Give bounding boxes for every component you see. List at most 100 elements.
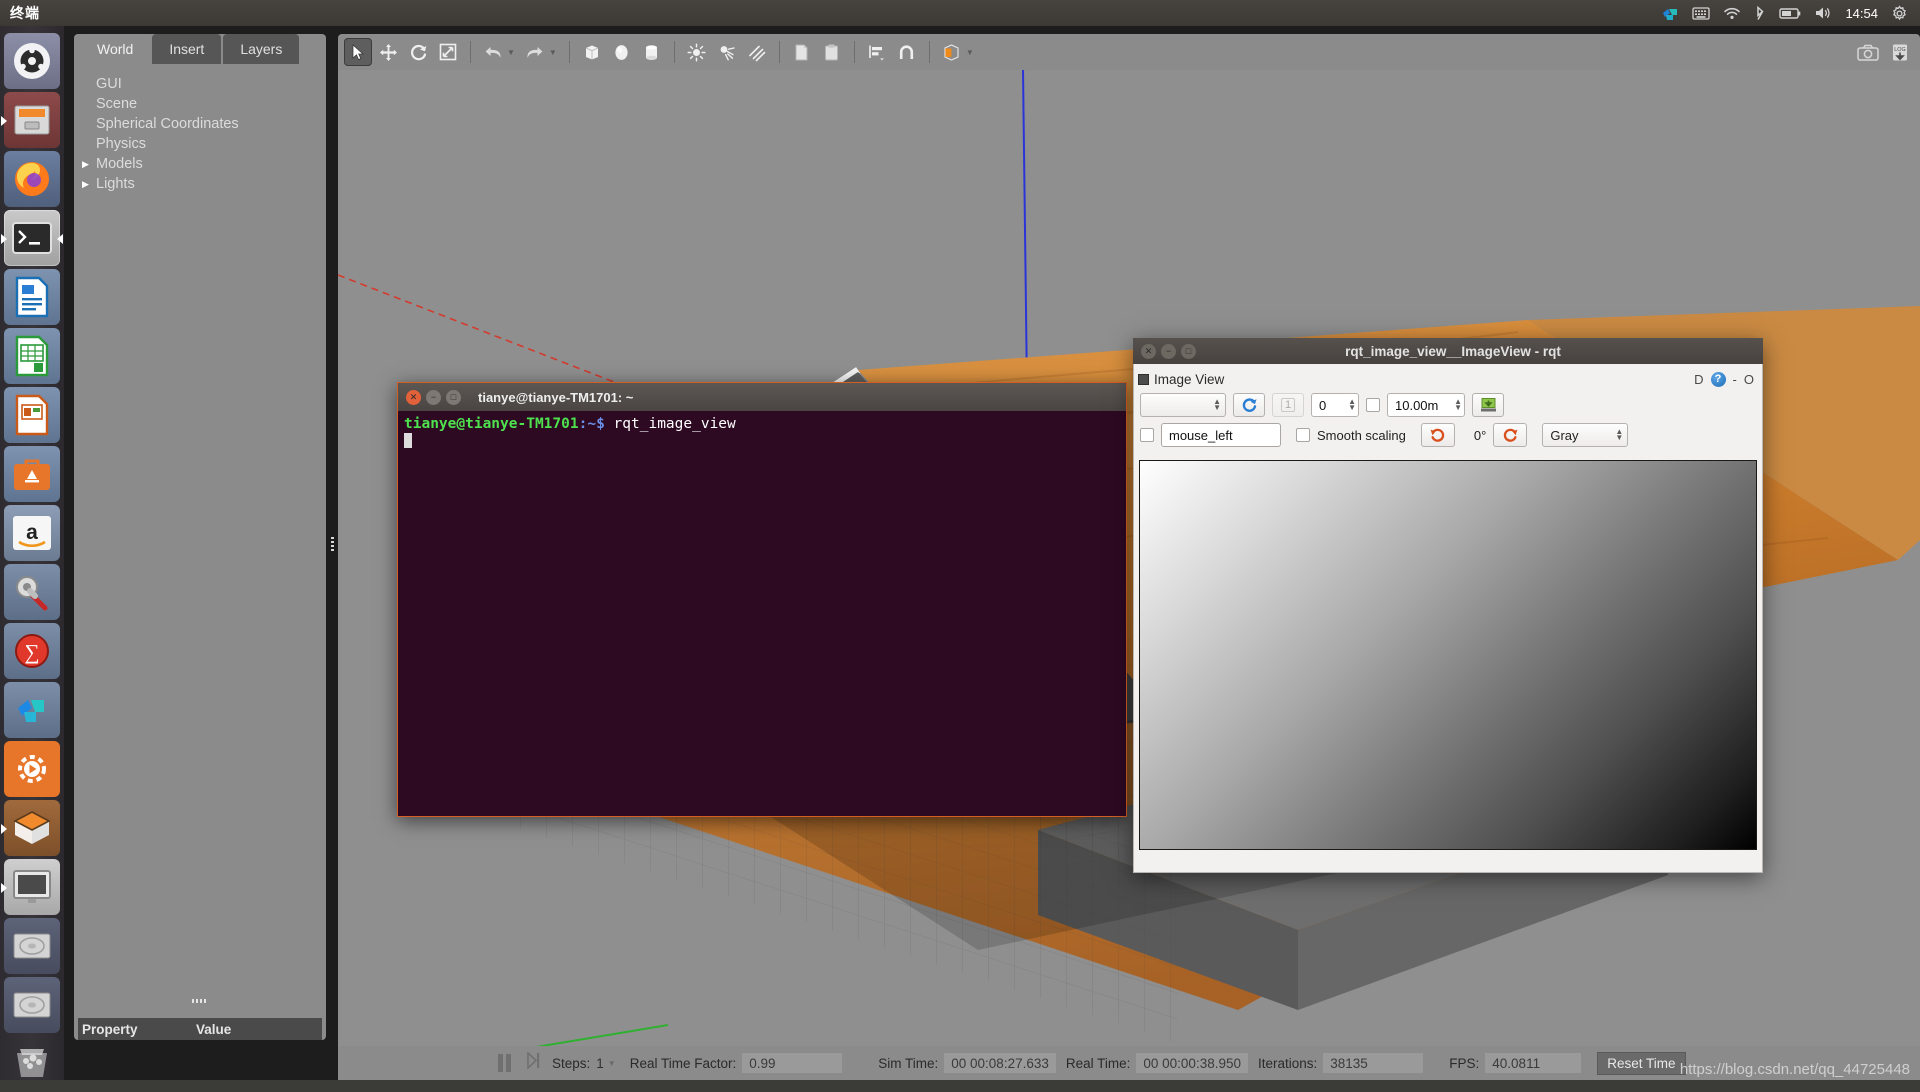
insert-box-icon[interactable]	[578, 38, 606, 66]
panel-splitter[interactable]	[328, 34, 338, 1040]
dock-detach-icon[interactable]: D	[1694, 372, 1703, 387]
wifi-icon[interactable]	[1723, 6, 1741, 20]
battery-icon[interactable]	[1779, 7, 1801, 20]
launcher-item-trash[interactable]	[4, 1036, 60, 1092]
launcher-item-red-app[interactable]: ∑	[4, 623, 60, 679]
gear-icon[interactable]	[1891, 4, 1908, 22]
bluetooth-icon[interactable]	[1754, 5, 1766, 21]
keyboard-icon[interactable]	[1692, 6, 1711, 20]
copy-icon[interactable]	[788, 38, 816, 66]
save-image-button[interactable]	[1472, 393, 1504, 417]
tree-item-lights[interactable]: ▶ Lights	[82, 174, 326, 194]
tree-item-scene[interactable]: Scene	[96, 94, 326, 114]
launcher-item-firefox[interactable]	[4, 151, 60, 207]
launcher-item-gazebo[interactable]	[1, 800, 60, 856]
smooth-scaling-checkbox[interactable]	[1296, 428, 1310, 442]
files-icon	[14, 105, 50, 135]
align-icon[interactable]	[863, 38, 891, 66]
mouse-publish-checkbox[interactable]	[1140, 428, 1154, 442]
image-view-canvas[interactable]	[1139, 460, 1757, 850]
active-app-name[interactable]: 终端	[10, 3, 40, 23]
mouse-topic-input[interactable]: mouse_left	[1161, 423, 1281, 447]
tree-item-spherical-coordinates[interactable]: Spherical Coordinates	[96, 114, 326, 134]
insert-sphere-icon[interactable]	[608, 38, 636, 66]
undo-icon[interactable]	[479, 38, 507, 66]
launcher-item-terminal[interactable]	[1, 210, 63, 266]
system-tray: 14:54	[1662, 4, 1920, 22]
launcher-item-libreoffice-writer[interactable]	[4, 269, 60, 325]
rotate-tool-icon[interactable]	[404, 38, 432, 66]
steps-value[interactable]: 1	[596, 1056, 604, 1071]
maximize-icon[interactable]: □	[1181, 343, 1196, 359]
minimize-icon[interactable]: −	[1161, 343, 1176, 359]
snap-icon[interactable]	[893, 38, 921, 66]
minimize-icon[interactable]: −	[426, 389, 441, 405]
steps-dropdown-icon[interactable]: ▼	[608, 1059, 616, 1068]
chevron-right-icon[interactable]: ▶	[82, 159, 96, 170]
undo-dropdown-icon[interactable]: ▼	[507, 48, 515, 57]
select-tool-icon[interactable]	[344, 38, 372, 66]
colormap-combo[interactable]: Gray ▲ ▼	[1542, 423, 1629, 447]
paste-icon[interactable]	[818, 38, 846, 66]
pause-icon[interactable]	[498, 1054, 511, 1072]
launcher-item-ubuntu-dash[interactable]	[4, 33, 60, 89]
clock[interactable]: 14:54	[1845, 6, 1878, 21]
index-spinbox[interactable]: 0 ▲ ▼	[1311, 393, 1359, 417]
translate-tool-icon[interactable]	[374, 38, 402, 66]
launcher-item-teal-app[interactable]	[4, 682, 60, 738]
terminal-window[interactable]: ✕ − □ tianye@tianye-TM1701: ~ tianye@tia…	[397, 382, 1127, 817]
rotate-left-button[interactable]	[1420, 423, 1455, 447]
launcher-item-system-settings[interactable]	[4, 564, 60, 620]
rotate-right-button[interactable]	[1493, 423, 1528, 447]
spin-arrows-icon[interactable]: ▲ ▼	[1348, 398, 1356, 412]
launcher-item-amazon[interactable]: a	[4, 505, 60, 561]
launcher-item-ubuntu-software[interactable]	[4, 446, 60, 502]
launcher-item-display-app[interactable]	[1, 859, 60, 915]
scale-tool-icon[interactable]	[434, 38, 462, 66]
insert-cylinder-icon[interactable]	[638, 38, 666, 66]
max-range-spinbox[interactable]: 10.00m ▲ ▼	[1387, 393, 1465, 417]
dock-minimize-icon[interactable]: -	[1733, 372, 1737, 387]
publish-image-button[interactable]: 1	[1272, 393, 1304, 417]
reset-time-button[interactable]: Reset Time	[1597, 1051, 1686, 1075]
help-icon[interactable]: ?	[1710, 371, 1726, 387]
launcher-item-libreoffice-calc[interactable]	[4, 328, 60, 384]
close-icon[interactable]: ✕	[1141, 343, 1156, 359]
launcher-item-media-player[interactable]	[4, 741, 60, 797]
tree-item-models[interactable]: ▶ Models	[82, 154, 326, 174]
tree-item-physics[interactable]: Physics	[96, 134, 326, 154]
view-angle-dropdown-icon[interactable]: ▼	[966, 48, 974, 57]
spot-light-icon[interactable]	[713, 38, 741, 66]
tab-insert[interactable]: Insert	[152, 34, 222, 64]
tab-layers[interactable]: Layers	[223, 34, 300, 64]
launcher-item-files[interactable]	[1, 92, 60, 148]
redo-dropdown-icon[interactable]: ▼	[549, 48, 557, 57]
maximize-icon[interactable]: □	[446, 389, 461, 405]
spin-arrows-icon[interactable]: ▲ ▼	[1454, 398, 1462, 412]
refresh-topics-button[interactable]	[1233, 393, 1265, 417]
chevron-right-icon[interactable]: ▶	[82, 179, 96, 190]
tree-item-gui[interactable]: GUI	[96, 74, 326, 94]
tab-world[interactable]: World	[80, 34, 151, 64]
dock-close-icon[interactable]: O	[1744, 372, 1754, 387]
app-indicator-icon[interactable]	[1662, 6, 1679, 21]
launcher-item-libreoffice-impress[interactable]	[4, 387, 60, 443]
redo-icon[interactable]	[521, 38, 549, 66]
volume-icon[interactable]	[1814, 6, 1832, 20]
directional-light-icon[interactable]	[743, 38, 771, 66]
dynamic-range-checkbox[interactable]	[1366, 398, 1380, 412]
step-forward-icon[interactable]	[527, 1051, 540, 1074]
screenshot-icon[interactable]	[1854, 38, 1882, 66]
property-splitter[interactable]: Property Value	[74, 996, 326, 1040]
view-angle-icon[interactable]	[938, 38, 966, 66]
point-light-icon[interactable]	[683, 38, 711, 66]
close-icon[interactable]: ✕	[406, 389, 421, 405]
log-record-icon[interactable]: LOG	[1886, 38, 1914, 66]
launcher-item-disk-1[interactable]	[4, 918, 60, 974]
terminal-body[interactable]: tianye@tianye-TM1701:~$ rqt_image_view	[398, 411, 1126, 816]
rqt-window[interactable]: ✕ − □ rqt_image_view__ImageView - rqt Im…	[1133, 338, 1763, 873]
terminal-title-bar[interactable]: ✕ − □ tianye@tianye-TM1701: ~	[398, 383, 1126, 411]
launcher-item-disk-2[interactable]	[4, 977, 60, 1033]
rqt-title-bar[interactable]: ✕ − □ rqt_image_view__ImageView - rqt	[1133, 338, 1763, 364]
topic-combo[interactable]: ▲ ▼	[1140, 393, 1226, 417]
